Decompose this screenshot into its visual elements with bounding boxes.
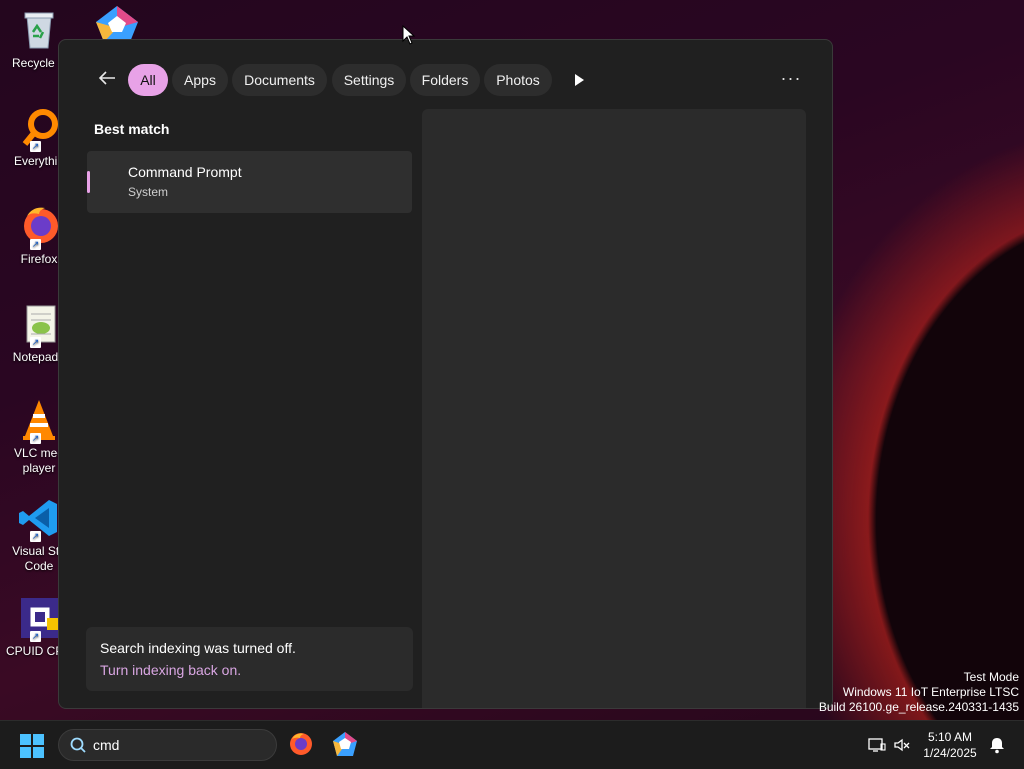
filter-apps[interactable]: Apps xyxy=(172,64,228,96)
taskbar-search-box[interactable] xyxy=(58,729,277,761)
result-title: Command Prompt xyxy=(128,164,242,180)
notepad-plus-plus-icon: ↗ xyxy=(17,302,61,348)
taskbar: 5:10 AM 1/24/2025 xyxy=(0,720,1024,769)
volume-muted-icon[interactable] xyxy=(893,736,911,754)
firefox-icon[interactable] xyxy=(288,731,314,757)
taskbar-clock[interactable]: 5:10 AM 1/24/2025 xyxy=(914,729,986,761)
search-icon xyxy=(69,736,87,754)
shortcut-arrow-icon: ↗ xyxy=(30,531,41,542)
filter-settings[interactable]: Settings xyxy=(332,64,406,96)
watermark-line: Windows 11 IoT Enterprise LTSC xyxy=(842,685,1019,699)
windows-start-icon[interactable] xyxy=(20,734,44,758)
mouse-cursor-icon xyxy=(402,24,416,45)
filter-documents[interactable]: Documents xyxy=(232,64,327,96)
filter-photos[interactable]: Photos xyxy=(484,64,552,96)
shortcut-arrow-icon: ↗ xyxy=(30,141,41,152)
vlc-icon: ↗ xyxy=(17,398,61,444)
recycle-bin-icon xyxy=(17,8,61,52)
search-filter-bar: All Apps Documents Settings Folders Phot… xyxy=(59,64,832,96)
watermark-line: Test Mode xyxy=(963,670,1019,684)
turn-indexing-on-link[interactable]: Turn indexing back on. xyxy=(100,662,241,678)
vscode-icon: ↗ xyxy=(17,496,61,542)
shortcut-arrow-icon: ↗ xyxy=(30,337,41,348)
preview-pane xyxy=(422,109,806,708)
copilot-desktop-icon[interactable] xyxy=(92,4,142,42)
clock-date: 1/24/2025 xyxy=(923,746,977,760)
shortcut-arrow-icon: ↗ xyxy=(30,239,41,250)
firefox-icon: ↗ xyxy=(17,204,61,250)
more-options-icon[interactable]: ··· xyxy=(779,68,803,92)
best-match-heading: Best match xyxy=(94,121,170,137)
shortcut-arrow-icon: ↗ xyxy=(30,631,41,642)
filter-all[interactable]: All xyxy=(128,64,168,96)
shortcut-arrow-icon: ↗ xyxy=(30,433,41,444)
result-subtitle: System xyxy=(128,185,169,199)
cpuid-icon: ↗ xyxy=(17,596,61,642)
search-flyout: All Apps Documents Settings Folders Phot… xyxy=(58,39,833,709)
test-mode-watermark: Test Mode Windows 11 IoT Enterprise LTSC… xyxy=(819,670,1019,715)
selection-indicator xyxy=(87,171,90,193)
notification-bell-icon[interactable] xyxy=(988,736,1006,754)
network-icon[interactable] xyxy=(868,736,886,754)
clock-time: 5:10 AM xyxy=(927,730,973,744)
back-arrow-icon[interactable] xyxy=(95,68,119,92)
copilot-icon[interactable] xyxy=(332,731,358,757)
search-input[interactable] xyxy=(93,734,263,756)
indexing-notice: Search indexing was turned off. Turn ind… xyxy=(86,627,413,691)
best-match-result[interactable]: Command Prompt System xyxy=(87,151,412,213)
everything-search-icon: ↗ xyxy=(17,106,61,152)
more-filters-arrow-icon[interactable] xyxy=(571,70,587,90)
indexing-notice-message: Search indexing was turned off. xyxy=(100,640,296,656)
filter-folders[interactable]: Folders xyxy=(410,64,480,96)
watermark-line: Build 26100.ge_release.240331-1435 xyxy=(818,700,1019,714)
